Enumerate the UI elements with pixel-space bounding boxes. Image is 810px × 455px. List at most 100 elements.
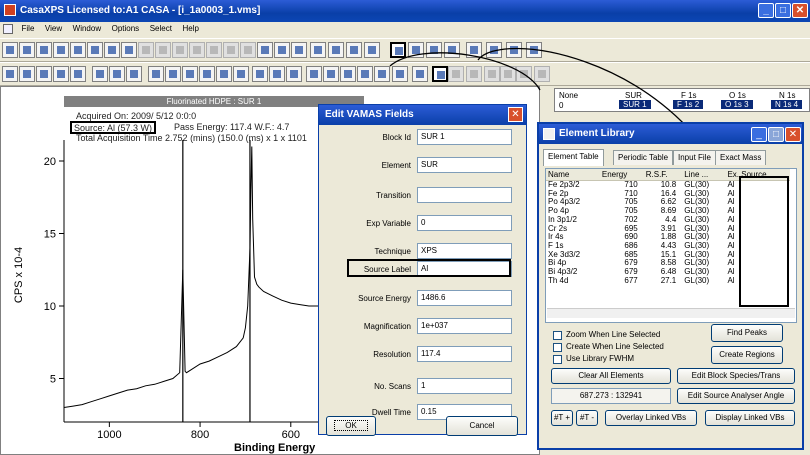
toolbar2-button-27[interactable] xyxy=(466,66,482,82)
toolbar2-button-7[interactable] xyxy=(109,66,125,82)
spectrum-chart[interactable]: 5 10 15 20 1000 800 600 CPS x 10-4 Binding Energ… xyxy=(0,140,320,455)
toolbar2-button-15[interactable] xyxy=(252,66,268,82)
create-regions-button[interactable]: Create Regions xyxy=(711,346,783,364)
elib-maximize-button[interactable]: □ xyxy=(768,127,784,142)
toolbar1-button-26[interactable] xyxy=(444,42,460,58)
field-input-magnification[interactable]: 1e+037 xyxy=(417,318,512,334)
t-minus-button[interactable]: #T - xyxy=(576,410,598,426)
edit-block-button[interactable]: Edit Block Species/Trans xyxy=(677,368,795,384)
toolbar1-button-17[interactable] xyxy=(274,42,290,58)
elib-close-button[interactable]: ✕ xyxy=(785,127,801,142)
col-name[interactable]: Name xyxy=(546,169,600,181)
menu-help[interactable]: Help xyxy=(178,22,202,35)
toolbar1-button-14[interactable] xyxy=(223,42,239,58)
toolbar1-button-1[interactable] xyxy=(2,42,18,58)
find-peaks-button[interactable]: Find Peaks xyxy=(711,324,783,342)
tab-periodic-table[interactable]: Periodic Table xyxy=(613,150,674,165)
toolbar1-button-18[interactable] xyxy=(291,42,307,58)
toolbar2-button-23[interactable] xyxy=(392,66,408,82)
toolbar1-button-27[interactable] xyxy=(466,42,482,58)
cell-sur1[interactable]: SUR 1 xyxy=(619,100,651,109)
toolbar1-button-22[interactable] xyxy=(364,42,380,58)
menu-file[interactable]: File xyxy=(18,22,39,35)
toolbar2-button-6[interactable] xyxy=(92,66,108,82)
toolbar1-button-21[interactable] xyxy=(346,42,362,58)
field-input-exp-variable[interactable]: 0 xyxy=(417,215,512,231)
ok-button[interactable]: OK xyxy=(326,416,376,436)
toolbar2-button-4[interactable] xyxy=(53,66,69,82)
field-input-no.-scans[interactable]: 1 xyxy=(417,378,512,394)
maximize-button[interactable]: □ xyxy=(775,3,791,18)
toolbar2-button-26[interactable] xyxy=(448,66,464,82)
toolbar1-button-3[interactable] xyxy=(36,42,52,58)
minimize-button[interactable]: _ xyxy=(758,3,774,18)
cancel-button[interactable]: Cancel xyxy=(446,416,518,436)
dialog-close-button[interactable]: ✕ xyxy=(508,107,523,122)
toolbar1-button-16[interactable] xyxy=(257,42,273,58)
toolbar2-button-13[interactable] xyxy=(216,66,232,82)
col-energy[interactable]: Energy xyxy=(599,169,644,181)
menu-select[interactable]: Select xyxy=(146,22,176,35)
display-vbs-button[interactable]: Display Linked VBs xyxy=(705,410,795,426)
toolbar2-button-1[interactable] xyxy=(2,66,18,82)
toolbar1-button-12[interactable] xyxy=(189,42,205,58)
cell-n1s4[interactable]: N 1s 4 xyxy=(771,100,803,109)
component-table[interactable]: None SUR F 1s O 1s N 1s 0 SUR 1 F 1s 2 O… xyxy=(554,88,810,112)
toolbar1-button-30[interactable] xyxy=(526,42,542,58)
menu-options[interactable]: Options xyxy=(108,22,144,35)
menu-view[interactable]: View xyxy=(41,22,66,35)
toolbar2-button-21[interactable] xyxy=(357,66,373,82)
zoom-checkbox[interactable] xyxy=(553,331,562,340)
col-line[interactable]: Line ... xyxy=(682,169,726,181)
toolbar2-button-22[interactable] xyxy=(374,66,390,82)
toolbar1-button-5[interactable] xyxy=(70,42,86,58)
toolbar1-button-15[interactable] xyxy=(240,42,256,58)
toolbar1-button-29[interactable] xyxy=(506,42,522,58)
toolbar2-button-12[interactable] xyxy=(199,66,215,82)
field-input-technique[interactable]: XPS xyxy=(417,243,512,259)
toolbar1-button-23[interactable] xyxy=(390,42,406,58)
toolbar1-button-6[interactable] xyxy=(87,42,103,58)
toolbar2-button-18[interactable] xyxy=(306,66,322,82)
toolbar1-button-28[interactable] xyxy=(486,42,502,58)
toolbar2-button-31[interactable] xyxy=(534,66,550,82)
toolbar2-button-17[interactable] xyxy=(286,66,302,82)
toolbar1-button-11[interactable] xyxy=(172,42,188,58)
toolbar2-button-24[interactable] xyxy=(412,66,428,82)
toolbar1-button-4[interactable] xyxy=(53,42,69,58)
toolbar1-button-13[interactable] xyxy=(206,42,222,58)
tab-element-table[interactable]: Element Table xyxy=(543,149,604,166)
tab-exact-mass[interactable]: Exact Mass xyxy=(715,150,767,165)
toolbar2-button-16[interactable] xyxy=(269,66,285,82)
list-hscrollbar[interactable] xyxy=(547,308,795,318)
field-input-source-energy[interactable]: 1486.6 xyxy=(417,290,512,306)
field-input-block-id[interactable]: SUR 1 xyxy=(417,129,512,145)
cell-f1s2[interactable]: F 1s 2 xyxy=(673,100,704,109)
field-input-transition[interactable] xyxy=(417,187,512,203)
toolbar2-button-20[interactable] xyxy=(340,66,356,82)
toolbar2-button-30[interactable] xyxy=(516,66,532,82)
toolbar1-button-8[interactable] xyxy=(121,42,137,58)
toolbar1-button-20[interactable] xyxy=(328,42,344,58)
toolbar2-button-11[interactable] xyxy=(182,66,198,82)
toolbar2-button-2[interactable] xyxy=(19,66,35,82)
toolbar2-button-28[interactable] xyxy=(484,66,500,82)
field-input-element[interactable]: SUR xyxy=(417,157,512,173)
toolbar2-button-8[interactable] xyxy=(126,66,142,82)
tab-input-file[interactable]: Input File xyxy=(673,150,716,165)
cell-o1s3[interactable]: O 1s 3 xyxy=(721,100,753,109)
toolbar1-button-9[interactable] xyxy=(138,42,154,58)
toolbar2-button-3[interactable] xyxy=(36,66,52,82)
toolbar1-button-2[interactable] xyxy=(19,42,35,58)
field-input-resolution[interactable]: 117.4 xyxy=(417,346,512,362)
toolbar2-button-5[interactable] xyxy=(70,66,86,82)
toolbar2-button-10[interactable] xyxy=(165,66,181,82)
toolbar1-button-10[interactable] xyxy=(155,42,171,58)
toolbar2-button-29[interactable] xyxy=(500,66,516,82)
toolbar2-button-9[interactable] xyxy=(148,66,164,82)
overlay-vbs-button[interactable]: Overlay Linked VBs xyxy=(605,410,697,426)
t-plus-button[interactable]: #T + xyxy=(551,410,573,426)
col-rsf[interactable]: R.S.F. xyxy=(643,169,683,181)
toolbar2-button-14[interactable] xyxy=(233,66,249,82)
toolbar2-button-19[interactable] xyxy=(323,66,339,82)
